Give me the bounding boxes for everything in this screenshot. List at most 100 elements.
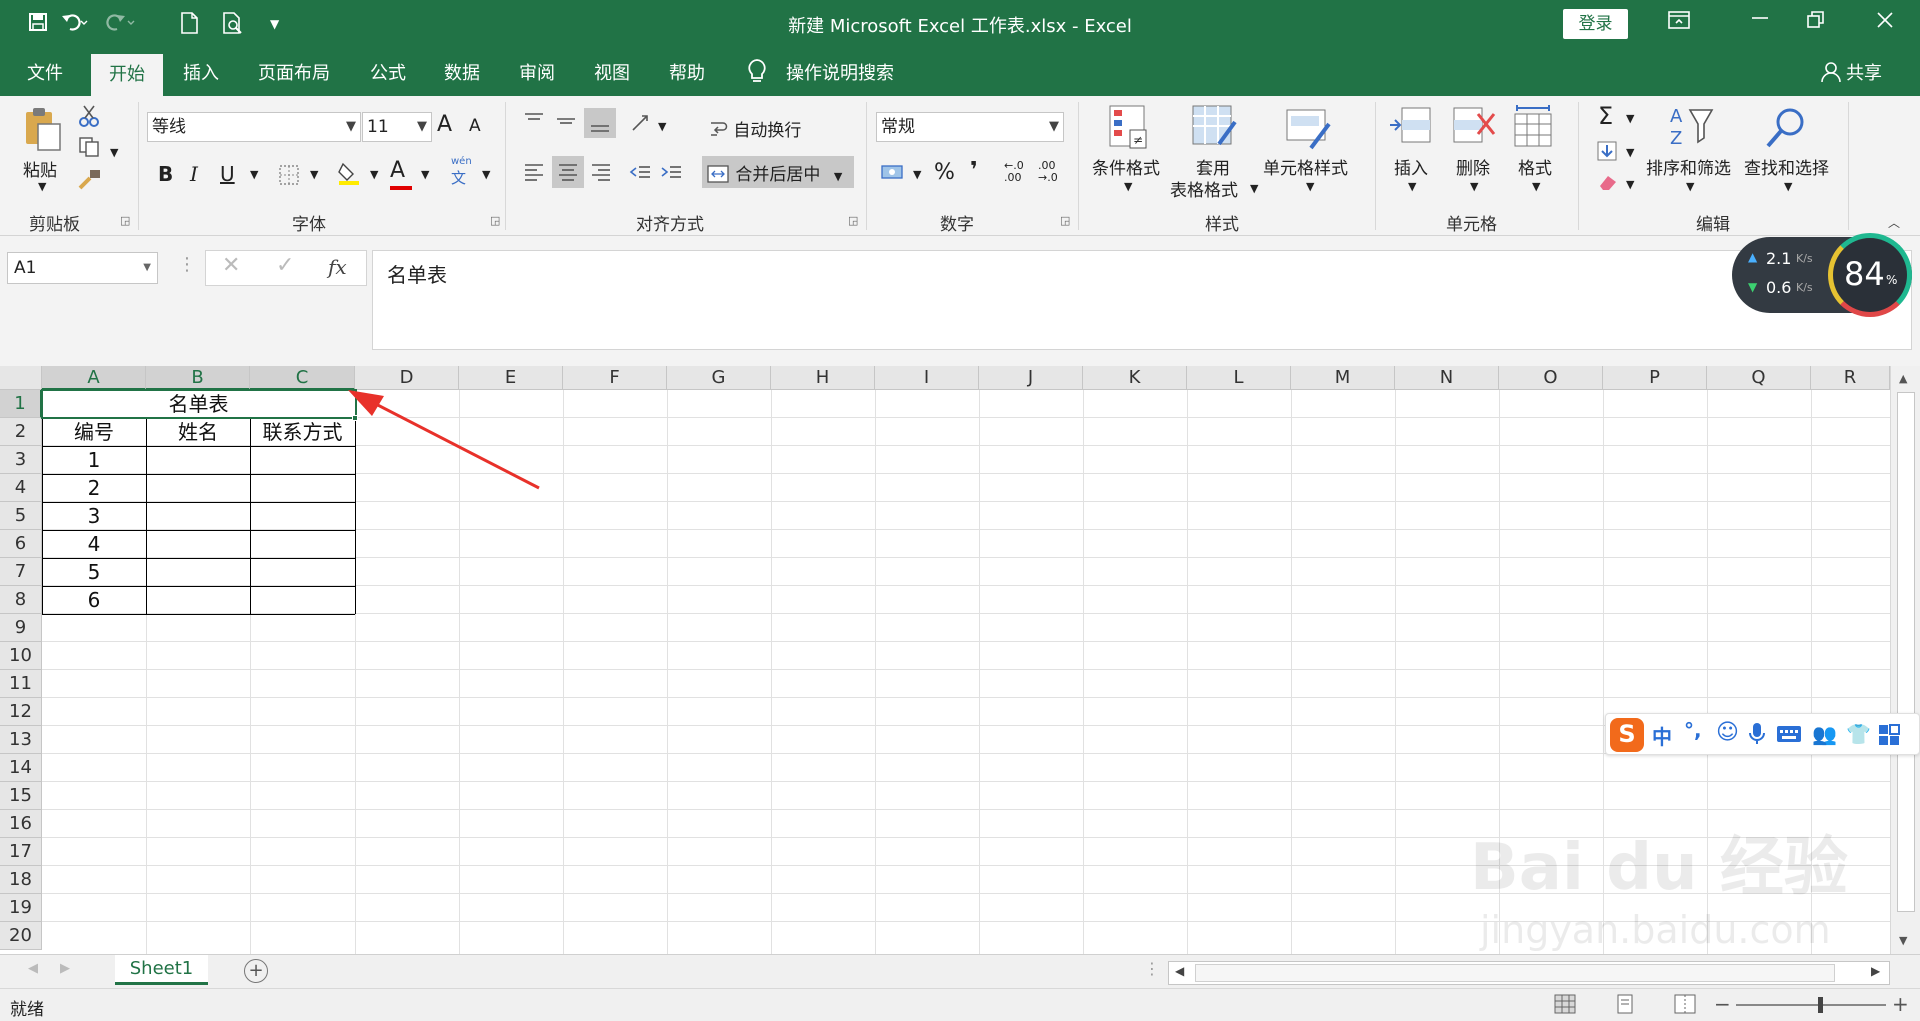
cancel-entry-icon[interactable]: ✕ [222, 253, 240, 278]
phonetic-guide-button[interactable]: wén 文 [451, 156, 472, 188]
formula-input[interactable]: 名单表 [372, 250, 1912, 350]
fill-color-icon[interactable] [337, 160, 361, 191]
tab-help[interactable]: 帮助 [669, 59, 705, 85]
decrease-decimal-icon[interactable]: .00 →.0 [1038, 160, 1058, 184]
vertical-scrollbar[interactable]: ▲ ▼ [1890, 366, 1920, 954]
column-header[interactable]: Q [1707, 366, 1811, 390]
accounting-format-icon[interactable] [880, 162, 906, 187]
ime-toolbar[interactable]: S 中 °, ☺ 👥 👕 [1605, 713, 1920, 755]
row-header[interactable]: 4 [0, 474, 42, 502]
column-header[interactable]: B [146, 366, 250, 390]
row-header[interactable]: 16 [0, 810, 42, 838]
delete-cells-dropdown-icon[interactable]: ▼ [1470, 180, 1478, 193]
collapse-ribbon-icon[interactable]: ︿ [1888, 214, 1900, 231]
header-cell-name[interactable]: 姓名 [146, 418, 250, 446]
id-cell[interactable]: 3 [42, 502, 146, 530]
microphone-icon[interactable] [1748, 722, 1766, 750]
align-center-icon[interactable] [552, 156, 584, 188]
cell-styles-icon[interactable] [1285, 104, 1331, 150]
insert-function-button[interactable]: fx [328, 255, 347, 279]
align-top-icon[interactable] [523, 112, 545, 135]
paste-button[interactable]: 粘贴 [23, 156, 57, 181]
insert-cells-button[interactable]: 插入 [1394, 154, 1428, 179]
conditional-formatting-icon[interactable]: ≠ [1108, 104, 1150, 149]
underline-dropdown-icon[interactable]: ▼ [250, 168, 258, 181]
tab-view[interactable]: 视图 [594, 59, 630, 85]
row-header[interactable]: 15 [0, 782, 42, 810]
row-header[interactable]: 1 [0, 390, 42, 418]
keyboard-icon[interactable] [1776, 724, 1802, 748]
fill-icon[interactable] [1596, 140, 1618, 167]
tab-data[interactable]: 数据 [444, 59, 480, 85]
zoom-slider-thumb[interactable] [1818, 997, 1823, 1013]
prev-sheet-icon[interactable]: ◀ [28, 961, 38, 976]
column-header[interactable]: L [1187, 366, 1291, 390]
orientation-icon[interactable] [630, 112, 652, 139]
id-cell[interactable]: 5 [42, 558, 146, 586]
column-header[interactable]: I [875, 366, 979, 390]
sort-filter-icon[interactable]: AZ [1668, 104, 1714, 149]
header-cell-id[interactable]: 编号 [42, 418, 146, 446]
insert-cells-dropdown-icon[interactable]: ▼ [1408, 180, 1416, 193]
scroll-thumb[interactable] [1195, 964, 1835, 982]
find-select-icon[interactable] [1764, 104, 1806, 148]
row-header[interactable]: 12 [0, 698, 42, 726]
wrap-text-button[interactable]: 自动换行 [708, 116, 801, 141]
id-cell[interactable]: 4 [42, 530, 146, 558]
column-header[interactable]: N [1395, 366, 1499, 390]
format-painter-icon[interactable] [78, 168, 102, 195]
name-box[interactable]: A1 ▼ [7, 252, 158, 284]
scroll-left-icon[interactable]: ◀ [1175, 964, 1184, 978]
alignment-launcher-icon[interactable]: ◲ [848, 214, 858, 227]
fill-dropdown-icon[interactable]: ▼ [1626, 146, 1634, 159]
id-cell[interactable]: 6 [42, 586, 146, 614]
column-header[interactable]: R [1811, 366, 1890, 390]
confirm-entry-icon[interactable]: ✓ [276, 253, 294, 278]
zoom-out-icon[interactable]: − [1714, 992, 1731, 1016]
font-name-combo[interactable]: 等线 ▼ [147, 112, 361, 142]
font-color-button[interactable]: A [390, 158, 412, 190]
network-speed-widget[interactable]: ▲ 2.1 K/s ▼ 0.6 K/s 84 % [1732, 233, 1912, 317]
align-bottom-icon[interactable] [584, 108, 616, 138]
column-header[interactable]: H [771, 366, 875, 390]
merge-center-button[interactable]: 合并后居中 ▼ [702, 156, 854, 188]
borders-dropdown-icon[interactable]: ▼ [310, 168, 318, 181]
conditional-dropdown-icon[interactable]: ▼ [1124, 180, 1132, 193]
column-header[interactable]: F [563, 366, 667, 390]
conditional-formatting-button[interactable]: 条件格式 [1092, 154, 1160, 179]
row-header[interactable]: 3 [0, 446, 42, 474]
column-header[interactable]: G [667, 366, 771, 390]
minimize-icon[interactable] [1750, 8, 1770, 33]
row-header[interactable]: 14 [0, 754, 42, 782]
page-layout-icon[interactable] [1614, 994, 1636, 1019]
orientation-dropdown-icon[interactable]: ▼ [658, 120, 666, 133]
insert-cells-icon[interactable] [1388, 104, 1431, 146]
tab-review[interactable]: 审阅 [519, 59, 555, 85]
user-icon[interactable]: 👥 [1812, 722, 1837, 746]
decrease-indent-icon[interactable] [628, 162, 652, 187]
row-header[interactable]: 20 [0, 922, 42, 950]
number-format-combo[interactable]: 常规 ▼ [876, 112, 1064, 142]
tab-file[interactable]: 文件 [27, 59, 63, 85]
paste-icon[interactable] [22, 106, 64, 151]
toolbox-icon[interactable] [1878, 724, 1900, 750]
row-header[interactable]: 7 [0, 558, 42, 586]
id-cell[interactable]: 1 [42, 446, 146, 474]
sort-filter-dropdown-icon[interactable]: ▼ [1686, 180, 1694, 193]
align-middle-icon[interactable] [555, 112, 577, 135]
borders-icon[interactable] [278, 164, 300, 191]
worksheet-grid[interactable]: A B C D E F G H I J K L M N O P Q R 1 2 … [0, 366, 1890, 954]
tab-page-layout[interactable]: 页面布局 [258, 59, 330, 85]
column-header[interactable]: P [1603, 366, 1707, 390]
scroll-right-icon[interactable]: ▶ [1871, 964, 1880, 978]
copy-icon[interactable] [78, 136, 102, 163]
column-header[interactable]: K [1083, 366, 1187, 390]
number-launcher-icon[interactable]: ◲ [1060, 214, 1070, 227]
increase-indent-icon[interactable] [659, 162, 683, 187]
scroll-thumb[interactable] [1897, 392, 1915, 912]
normal-view-icon[interactable] [1554, 994, 1576, 1019]
clear-dropdown-icon[interactable]: ▼ [1626, 178, 1634, 191]
restore-icon[interactable] [1806, 10, 1826, 35]
delete-cells-button[interactable]: 删除 [1456, 154, 1490, 179]
clear-icon[interactable] [1596, 172, 1620, 197]
